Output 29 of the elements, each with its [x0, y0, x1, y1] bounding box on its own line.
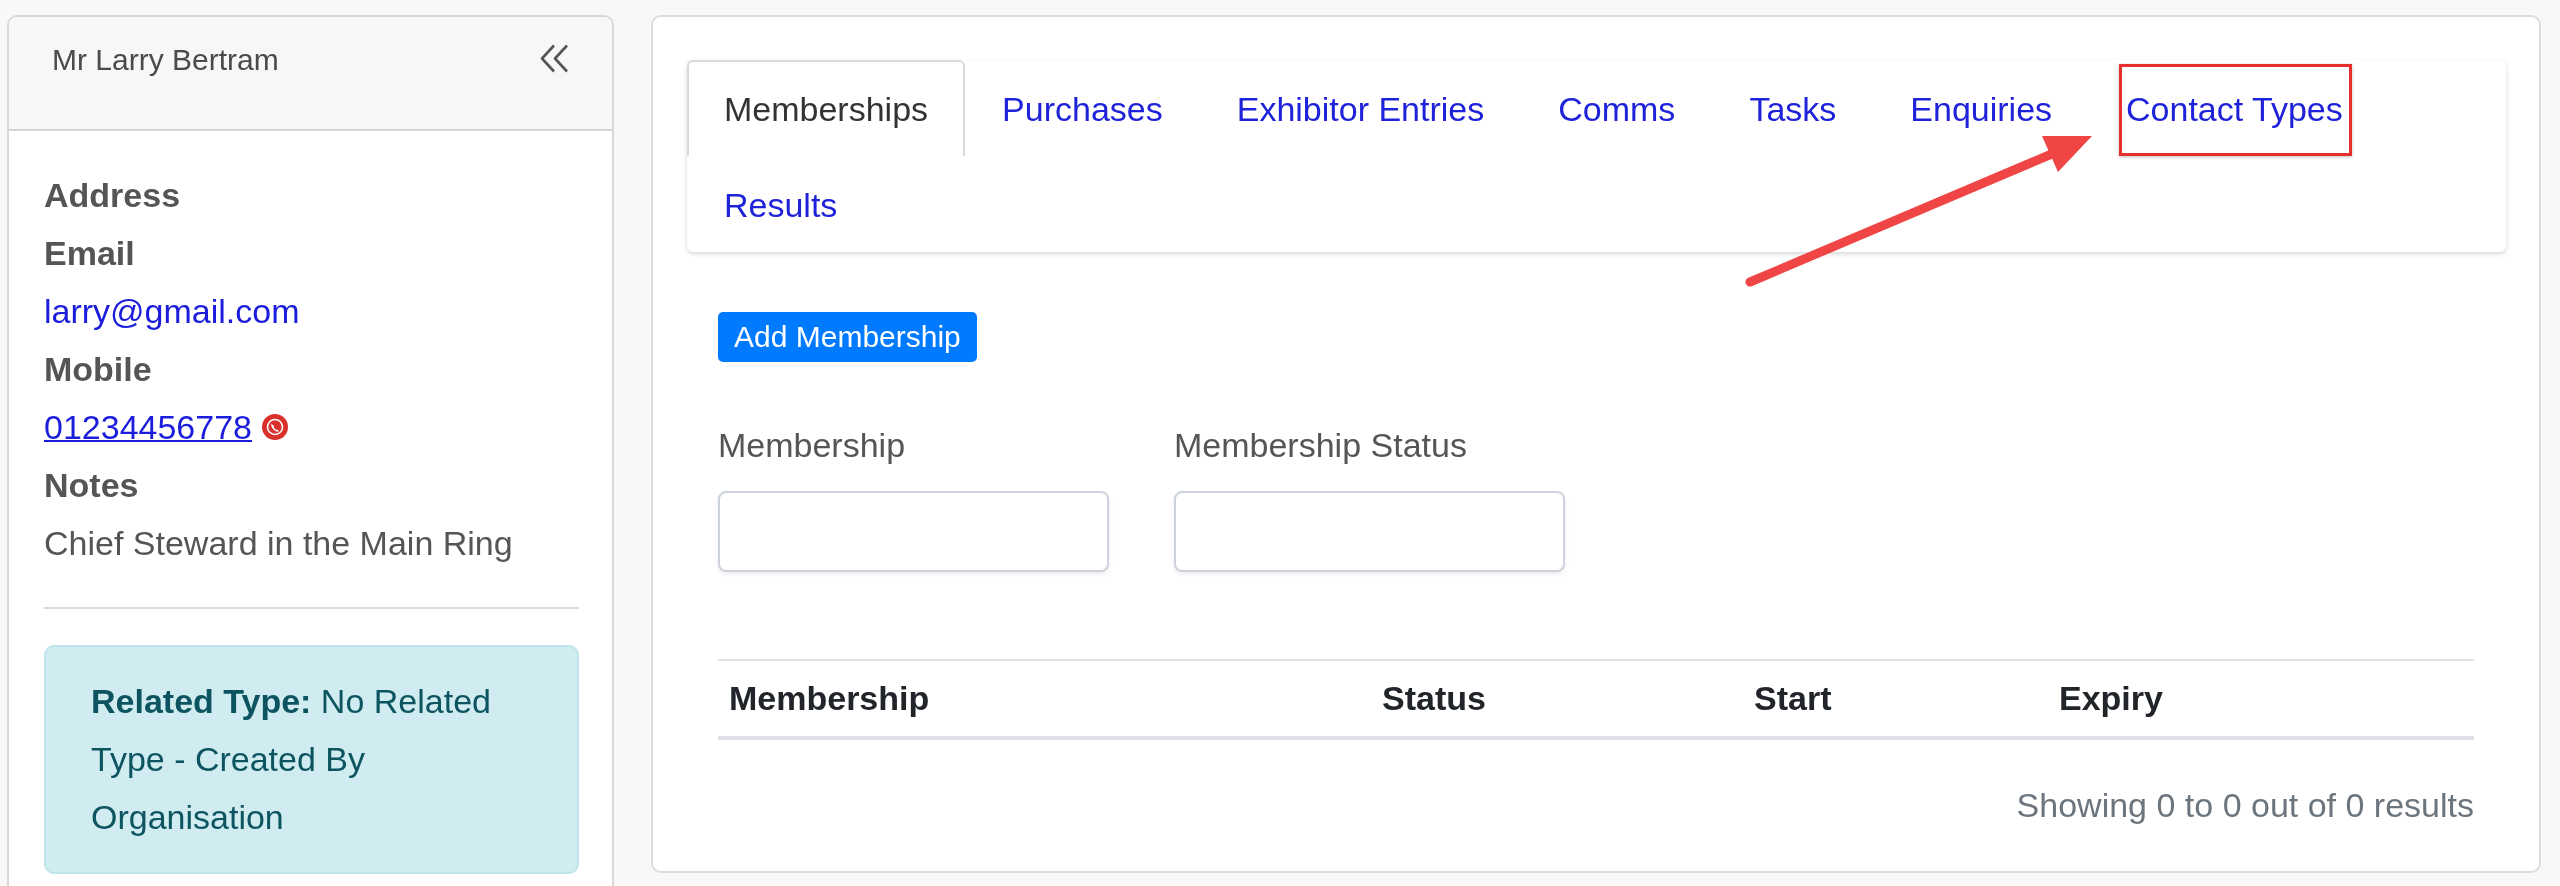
field-value: Chief Steward in the Main Ring — [44, 524, 513, 562]
tab[interactable]: Comms — [1521, 60, 1713, 156]
tab[interactable]: Enquiries — [1873, 60, 2090, 156]
field-label: Address — [44, 176, 181, 214]
tab[interactable]: Contact Types — [2089, 60, 2380, 156]
double-chevron-icon[interactable] — [540, 44, 569, 73]
field-label: Notes — [44, 466, 139, 504]
tab[interactable]: Tasks — [1712, 60, 1874, 156]
column-header: Expiry — [2059, 679, 2163, 717]
tab[interactable]: Exhibitor Entries — [1199, 60, 1522, 156]
phone-icon — [262, 414, 288, 440]
email-link[interactable]: larry@gmail.com — [44, 292, 300, 330]
field-label: Mobile — [44, 350, 152, 388]
phone-link[interactable]: 01234456778 — [44, 398, 252, 456]
results-summary: Showing 0 to 0 out of 0 results — [2016, 786, 2474, 824]
filter-field[interactable] — [718, 491, 1109, 572]
related-type-alert: Related Type: No Related Type - Created By Organisation — [44, 645, 579, 874]
field-label: Email — [44, 234, 135, 272]
column-header: Status — [1382, 679, 1486, 717]
column-header: Membership — [729, 679, 930, 717]
field-label: Membership — [718, 426, 906, 464]
field-label: Membership Status — [1174, 426, 1467, 464]
column-header: Start — [1754, 679, 1832, 717]
tab[interactable]: Memberships — [687, 60, 966, 156]
tab[interactable]: Purchases — [965, 60, 1200, 156]
tab[interactable]: Results — [687, 156, 875, 252]
filter-field[interactable] — [1174, 491, 1565, 572]
add-membership-button[interactable]: Add Membership — [718, 312, 977, 362]
contact-name: Mr Larry Bertram — [52, 42, 279, 78]
